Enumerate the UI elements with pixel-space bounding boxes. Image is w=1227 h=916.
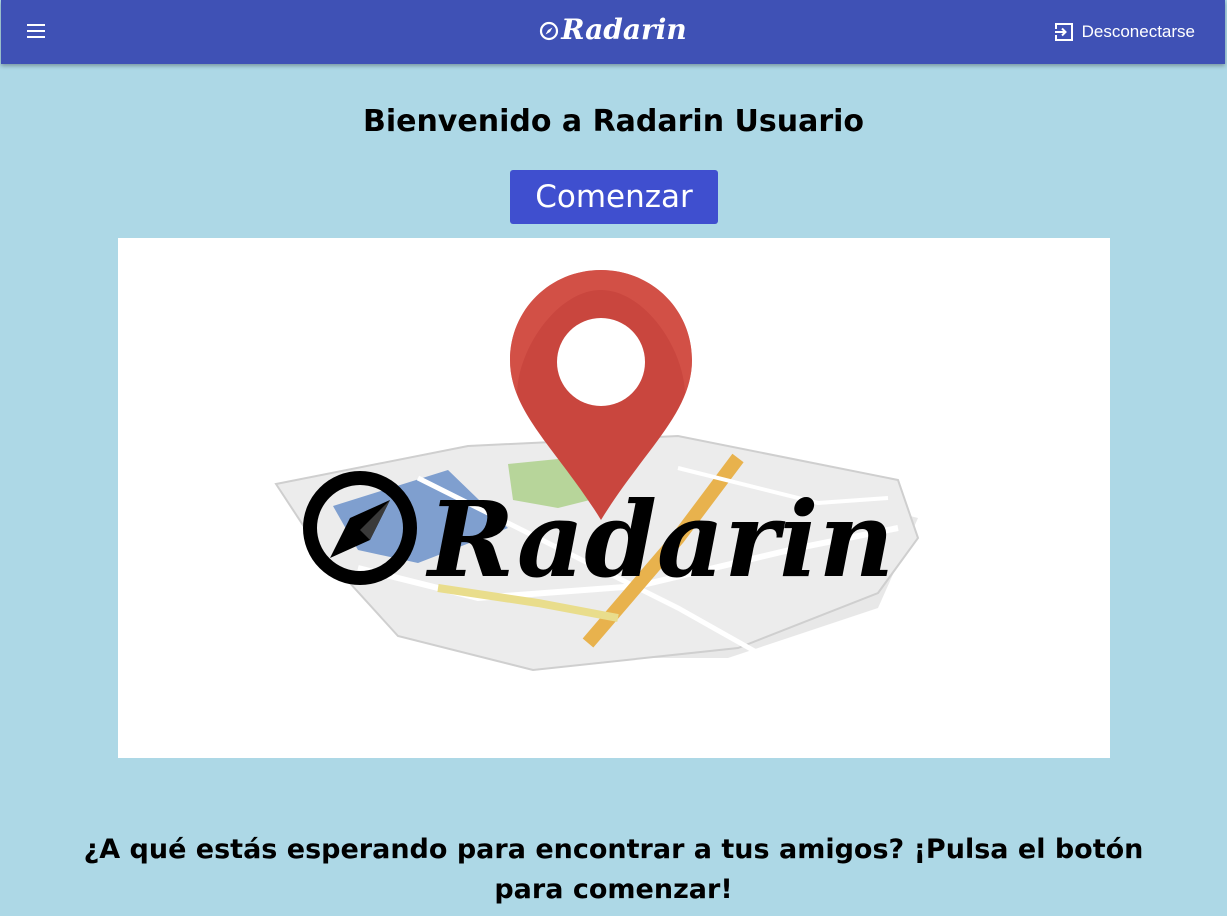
welcome-heading: Bienvenido a Radarin Usuario: [362, 104, 865, 139]
brand-text: Radarin: [561, 13, 687, 46]
hero-image: Radarin: [118, 238, 1110, 758]
compass-icon: [540, 21, 559, 41]
app-bar: Radarin Desconectarse: [1, 0, 1225, 64]
logout-button[interactable]: Desconectarse: [1054, 20, 1195, 44]
start-button[interactable]: Comenzar: [510, 170, 718, 224]
call-to-action-text: ¿A qué estás esperando para encontrar a …: [83, 834, 1144, 905]
radarin-logo-image: Radarin: [274, 270, 920, 672]
logout-icon: [1054, 23, 1073, 41]
logout-label: Desconectarse: [1081, 22, 1195, 41]
brand-title[interactable]: Radarin: [1, 12, 1225, 48]
hero-logo-text: Radarin: [425, 478, 894, 601]
